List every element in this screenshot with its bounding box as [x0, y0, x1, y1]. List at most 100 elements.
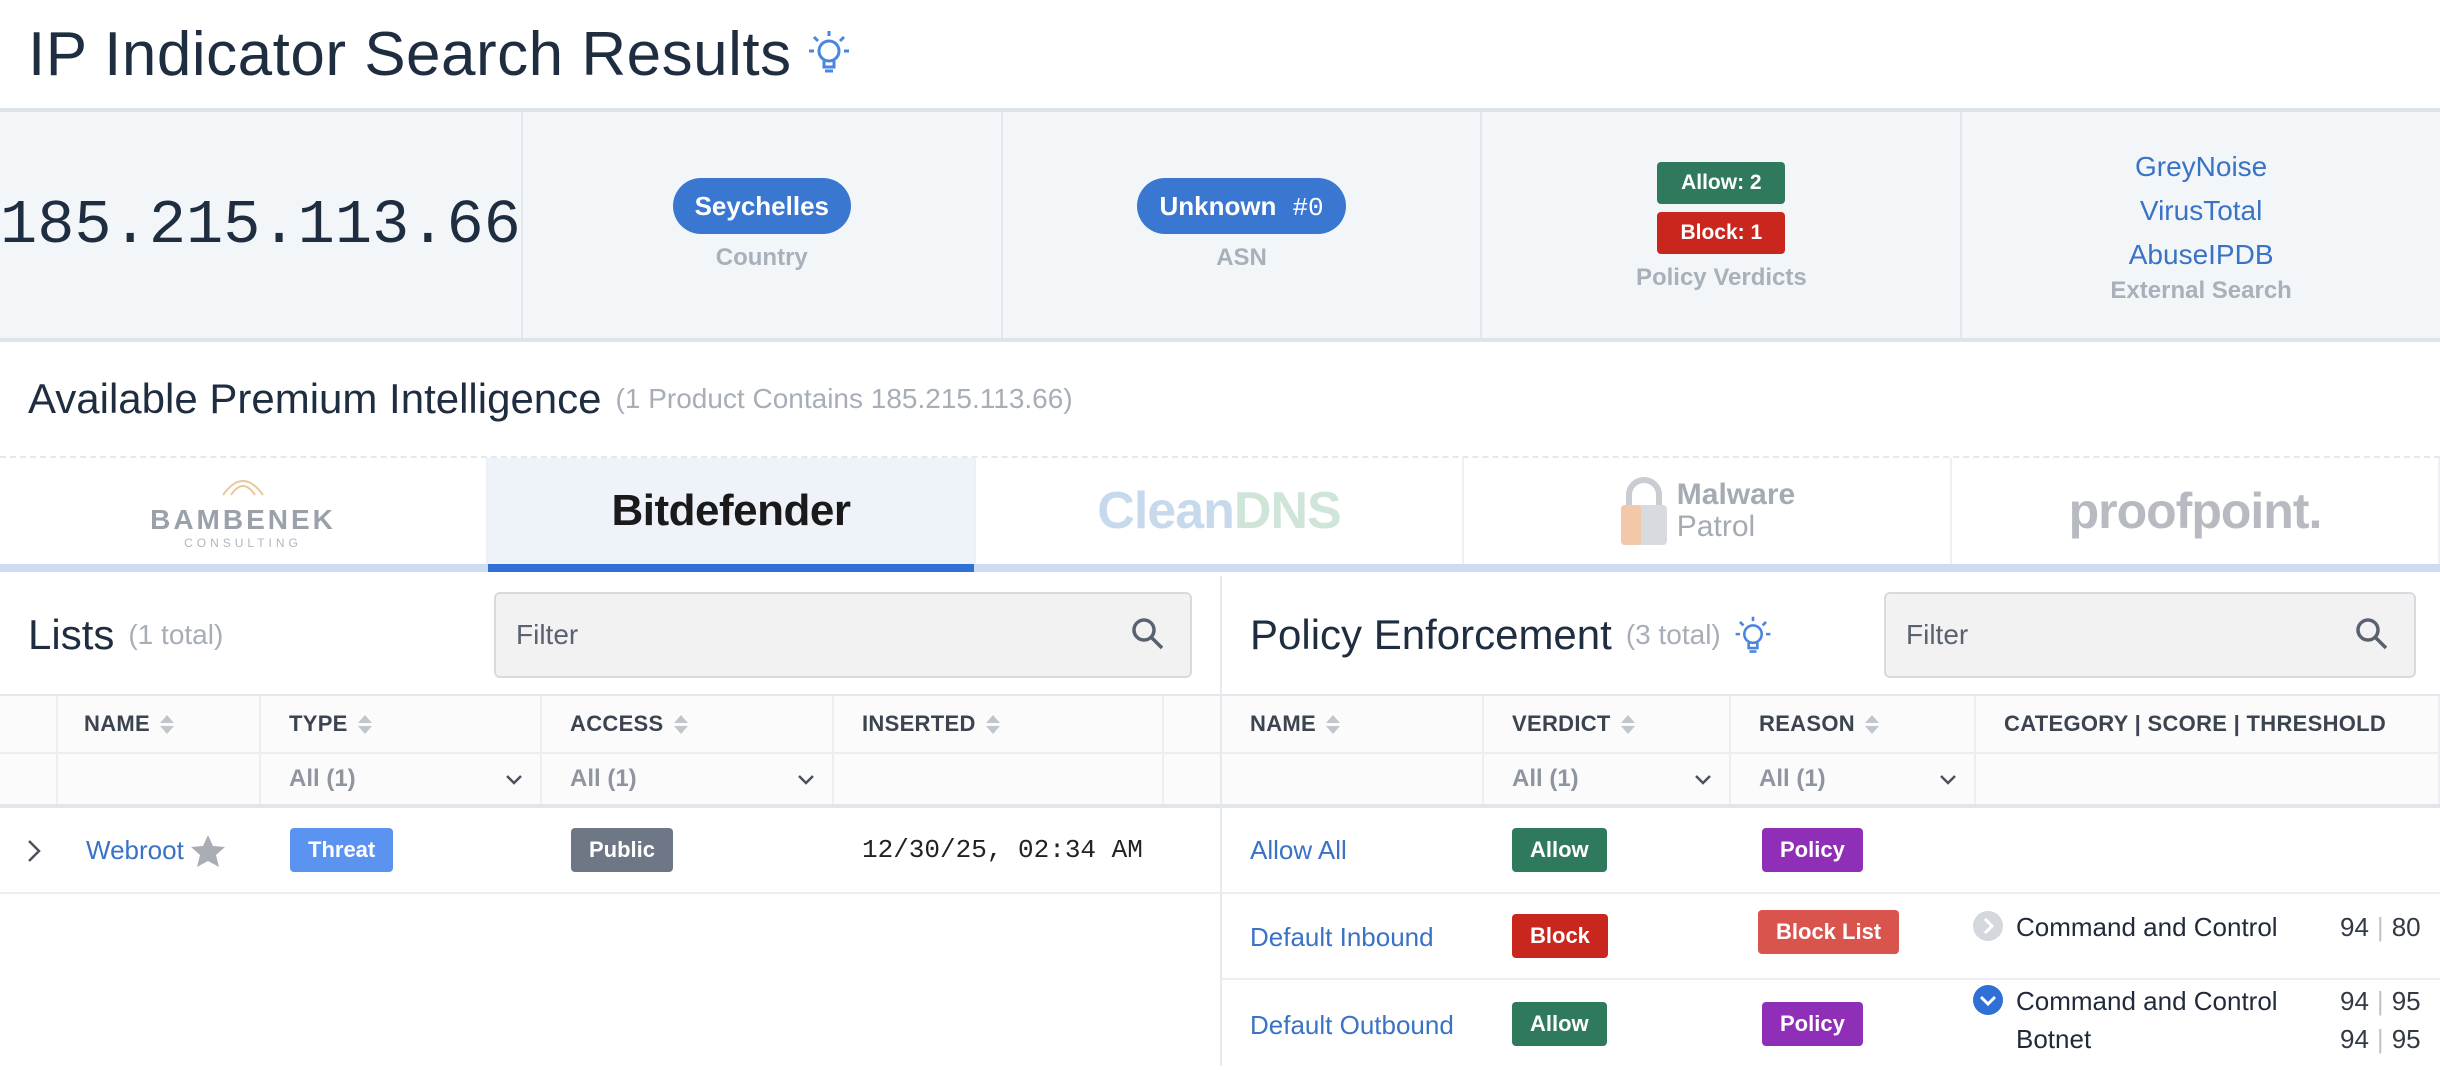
- table-row: Allow All Allow Policy: [1222, 808, 2440, 894]
- chevron-down-icon: [504, 768, 524, 796]
- asn-number: #0: [1292, 193, 1324, 223]
- sort-icon[interactable]: [1620, 714, 1635, 734]
- chevron-right-icon[interactable]: [24, 838, 44, 869]
- col-policy-name[interactable]: NAME: [1222, 696, 1484, 752]
- malware-patrol-logo: Malware Patrol: [1676, 478, 1796, 543]
- star-icon[interactable]: [190, 834, 226, 873]
- tab-bambenek[interactable]: BAMBENEK CONSULTING: [0, 458, 488, 564]
- score-threshold: 94 | 95: [2340, 1024, 2421, 1054]
- vendor-tabs: BAMBENEK CONSULTING Bitdefender CleanDNS…: [0, 458, 2440, 572]
- sort-icon[interactable]: [985, 714, 1000, 734]
- cleandns-logo: CleanDNS: [1097, 482, 1341, 540]
- country-label: Country: [715, 244, 808, 271]
- policy-name-link[interactable]: Default Outbound: [1250, 1010, 1454, 1041]
- chevron-right-circle-icon[interactable]: [1972, 910, 2004, 947]
- verdict-filter-select[interactable]: All (1): [1484, 754, 1731, 804]
- type-filter-select[interactable]: All (1): [261, 754, 542, 804]
- tab-cleandns[interactable]: CleanDNS: [976, 458, 1464, 564]
- sort-icon[interactable]: [673, 714, 688, 734]
- premium-title: Available Premium Intelligence: [28, 375, 602, 422]
- lightbulb-icon[interactable]: [806, 27, 852, 82]
- block-count-badge[interactable]: Block: 1: [1657, 212, 1786, 254]
- col-reason[interactable]: REASON: [1731, 696, 1976, 752]
- policy-filter-placeholder: Filter: [1906, 619, 1969, 650]
- category-name: Command and Control: [2016, 986, 2278, 1016]
- list-name-link[interactable]: Webroot: [86, 835, 184, 866]
- col-extra: [1164, 696, 1220, 752]
- country-pill[interactable]: Seychelles: [672, 178, 851, 234]
- policy-count: (3 total): [1625, 619, 1721, 650]
- premium-header: Available Premium Intelligence (1 Produc…: [0, 342, 2440, 458]
- asn-pill[interactable]: Unknown #0: [1137, 178, 1346, 234]
- table-row: Default Inbound Block Block List Command…: [1222, 894, 2440, 980]
- bambenek-logo: BAMBENEK CONSULTING: [150, 473, 336, 550]
- sort-icon[interactable]: [1325, 714, 1340, 734]
- score-threshold: 94 | 95: [2340, 986, 2421, 1016]
- score-threshold: 94 | 80: [2340, 912, 2421, 942]
- external-search-cell: GreyNoise VirusTotal AbuseIPDB External …: [1962, 112, 2440, 338]
- bitdefender-logo: Bitdefender: [611, 486, 851, 535]
- sort-icon[interactable]: [159, 714, 174, 734]
- chevron-down-circle-icon[interactable]: [1972, 984, 2004, 1021]
- policy-name-link[interactable]: Default Inbound: [1250, 922, 1434, 953]
- policy-name-link[interactable]: Allow All: [1250, 835, 1347, 866]
- verdicts-cell: Allow: 2 Block: 1 Policy Verdicts: [1482, 112, 1963, 338]
- type-badge: Threat: [290, 828, 394, 872]
- lists-filter-row: All (1) All (1): [0, 754, 1220, 808]
- abuseipdb-link[interactable]: AbuseIPDB: [2129, 233, 2274, 277]
- page-title: IP Indicator Search Results: [28, 19, 792, 89]
- table-row: Webroot Threat Public 12/30/25, 02:34 AM: [0, 808, 1220, 894]
- chevron-down-icon: [796, 768, 816, 796]
- reason-badge: Block List: [1758, 910, 1900, 954]
- tab-proofpoint[interactable]: proofpoint.: [1952, 458, 2440, 564]
- sort-icon[interactable]: [357, 714, 372, 734]
- reason-filter-select[interactable]: All (1): [1731, 754, 1976, 804]
- policy-filter-input[interactable]: Filter: [1884, 592, 2416, 678]
- verdict-badge: Allow: [1512, 1002, 1607, 1046]
- lists-count: (1 total): [128, 619, 224, 650]
- lists-header: Lists (1 total) Filter: [0, 576, 1220, 694]
- search-icon[interactable]: [1130, 616, 1166, 659]
- chevron-down-icon: [1693, 768, 1713, 796]
- col-category-score: CATEGORY | SCORE | THRESHOLD: [1976, 696, 2440, 752]
- ip-summary: 185.215.113.66 Seychelles Country Unknow…: [0, 112, 2440, 342]
- reason-badge: Policy: [1762, 1002, 1863, 1046]
- col-access[interactable]: ACCESS: [542, 696, 834, 752]
- proofpoint-logo: proofpoint.: [2068, 483, 2323, 539]
- bambenek-emblem-icon: [222, 479, 264, 496]
- col-verdict[interactable]: VERDICT: [1484, 696, 1731, 752]
- lists-filter-input[interactable]: Filter: [494, 592, 1192, 678]
- external-search-label: External Search: [2110, 277, 2292, 304]
- ip-address: 185.215.113.66: [0, 189, 521, 261]
- greynoise-link[interactable]: GreyNoise: [2135, 145, 2267, 189]
- policy-table-header: NAME VERDICT REASON CATEGORY | SCORE | T…: [1222, 694, 2440, 754]
- policy-filter-row: All (1) All (1): [1222, 754, 2440, 808]
- lists-filter-placeholder: Filter: [516, 619, 579, 650]
- access-filter-select[interactable]: All (1): [542, 754, 834, 804]
- asn-label: ASN: [1216, 244, 1267, 271]
- access-badge: Public: [571, 828, 674, 872]
- table-row: Default Outbound Allow Policy Command an…: [1222, 980, 2440, 1070]
- policy-header: Policy Enforcement (3 total) Filter: [1222, 576, 2440, 694]
- tab-bitdefender[interactable]: Bitdefender: [488, 458, 976, 572]
- padlock-icon: [1620, 477, 1667, 545]
- policy-panel: Policy Enforcement (3 total) Filter NAME…: [1222, 576, 2440, 1066]
- asn-value: Unknown: [1159, 191, 1277, 221]
- search-icon[interactable]: [2354, 616, 2390, 659]
- lists-title: Lists: [28, 611, 115, 658]
- col-name[interactable]: NAME: [58, 696, 261, 752]
- lightbulb-icon[interactable]: [1733, 613, 1773, 662]
- sort-icon[interactable]: [1864, 714, 1879, 734]
- col-type[interactable]: TYPE: [261, 696, 542, 752]
- tab-malware-patrol[interactable]: Malware Patrol: [1464, 458, 1952, 564]
- lists-table-header: NAME TYPE ACCESS INSERTED: [0, 694, 1220, 754]
- inserted-date: 12/30/25, 02:34 AM: [862, 835, 1143, 865]
- col-inserted[interactable]: INSERTED: [834, 696, 1164, 752]
- country-cell: Seychelles Country: [523, 112, 1003, 338]
- verdict-badge: Allow: [1512, 828, 1607, 872]
- allow-count-badge[interactable]: Allow: 2: [1657, 162, 1786, 204]
- lists-panel: Lists (1 total) Filter NAME TYPE ACCESS …: [0, 576, 1222, 1066]
- premium-meta: (1 Product Contains 185.215.113.66): [615, 383, 1073, 414]
- virustotal-link[interactable]: VirusTotal: [2140, 189, 2262, 233]
- page-header: IP Indicator Search Results: [0, 0, 2440, 112]
